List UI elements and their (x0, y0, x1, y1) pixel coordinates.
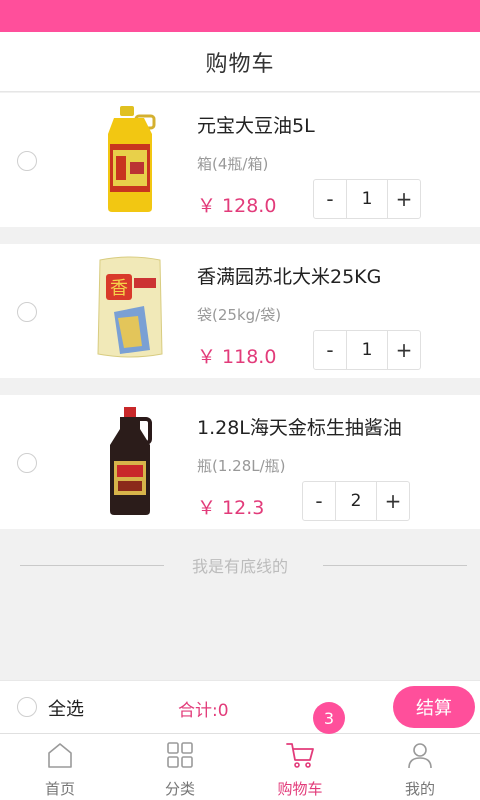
increase-button[interactable]: + (388, 331, 420, 369)
quantity-stepper: - 1 + (313, 179, 421, 219)
user-icon (408, 743, 432, 769)
product-spec: 袋(25kg/袋) (197, 306, 282, 324)
tab-home[interactable]: 首页 (0, 734, 120, 800)
quantity-stepper: - 1 + (313, 330, 421, 370)
product-spec: 瓶(1.28L/瓶) (197, 457, 286, 475)
bottom-tab-bar: 首页 分类 购物车 我的 (0, 733, 480, 800)
cart-item: 元宝大豆油5L 箱(4瓶/箱) ￥ 128.0 - 1 + (0, 93, 480, 227)
status-bar (0, 0, 480, 32)
decrease-button[interactable]: - (314, 331, 346, 369)
total-amount: 合计:0 (178, 701, 229, 721)
quantity-stepper: - 2 + (302, 481, 410, 521)
product-image-soy-sauce[interactable] (80, 405, 180, 517)
select-all-radio[interactable] (17, 697, 37, 717)
quantity-value[interactable]: 1 (346, 180, 388, 218)
grid-icon (167, 742, 193, 768)
quantity-value[interactable]: 1 (346, 331, 388, 369)
cart-item: 香 香满园苏北大米25KG 袋(25kg/袋) ￥ 118.0 - 1 + (0, 244, 480, 378)
tab-mine[interactable]: 我的 (360, 734, 480, 800)
cart-icon (286, 743, 314, 768)
product-price: ￥ 118.0 (197, 346, 277, 368)
end-of-list-divider: 我是有底线的 (0, 552, 480, 578)
product-name[interactable]: 1.28L海天金标生抽酱油 (197, 413, 402, 440)
product-image-rice-bag[interactable]: 香 (80, 252, 180, 364)
cart-count-badge: 3 (313, 702, 345, 734)
divider-line-left (20, 565, 164, 566)
increase-button[interactable]: + (377, 482, 409, 520)
tab-label: 购物车 (277, 780, 323, 798)
product-name[interactable]: 香满园苏北大米25KG (197, 262, 381, 289)
svg-text:香: 香 (110, 278, 128, 299)
item-select-radio[interactable] (17, 151, 37, 171)
tab-category[interactable]: 分类 (120, 734, 240, 800)
divider-line-right (323, 565, 467, 566)
checkout-bar: 全选 合计:0 结算 (0, 680, 480, 733)
tab-label: 我的 (404, 780, 435, 798)
cart-item: 1.28L海天金标生抽酱油 瓶(1.28L/瓶) ￥ 12.3 - 2 + (0, 395, 480, 529)
tab-cart[interactable]: 购物车 (240, 734, 360, 800)
product-price: ￥ 128.0 (197, 195, 277, 217)
home-icon (48, 743, 72, 768)
decrease-button[interactable]: - (303, 482, 335, 520)
page-title: 购物车 (205, 51, 275, 77)
title-bar: 购物车 (0, 32, 480, 92)
item-select-radio[interactable] (17, 302, 37, 322)
item-select-radio[interactable] (17, 453, 37, 473)
tab-label: 分类 (164, 780, 195, 798)
end-of-list-text: 我是有底线的 (181, 553, 298, 577)
product-spec: 箱(4瓶/箱) (197, 155, 269, 173)
quantity-value[interactable]: 2 (335, 482, 377, 520)
tab-label: 首页 (44, 780, 75, 798)
product-price: ￥ 12.3 (197, 497, 265, 519)
select-all-label[interactable]: 全选 (48, 695, 84, 721)
increase-button[interactable]: + (388, 180, 420, 218)
settle-button[interactable]: 结算 (393, 686, 475, 728)
product-image-soybean-oil[interactable] (80, 103, 180, 215)
product-name[interactable]: 元宝大豆油5L (197, 111, 315, 138)
decrease-button[interactable]: - (314, 180, 346, 218)
